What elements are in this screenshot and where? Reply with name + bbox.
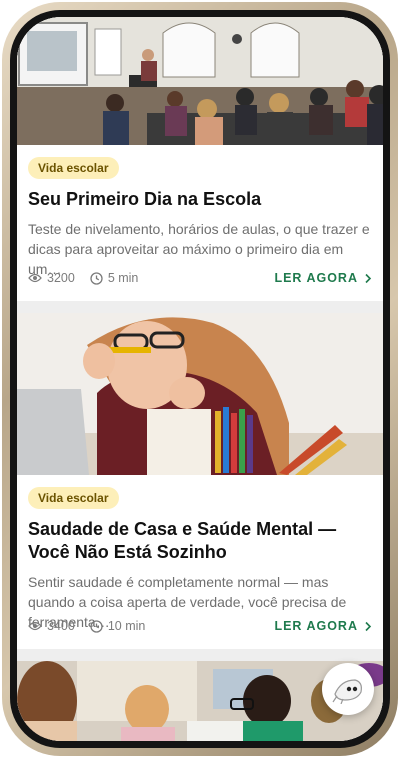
read-now-button[interactable]: LER AGORA <box>274 619 372 633</box>
article-hero-image <box>17 17 383 145</box>
clock-icon <box>90 619 103 633</box>
read-time: 5 min <box>90 271 139 285</box>
chevron-right-icon <box>365 273 372 283</box>
article-body: Vida escolar Seu Primeiro Dia na Escola … <box>17 145 383 279</box>
article-excerpt: Teste de nivelamento, horários de aulas,… <box>28 221 370 277</box>
views-value: 3400 <box>47 619 75 633</box>
phone-bezel: Vida escolar Seu Primeiro Dia na Escola … <box>10 10 390 748</box>
student-photo <box>17 313 383 475</box>
read-time-value: 10 min <box>107 619 146 633</box>
eye-icon <box>28 273 42 283</box>
article-meta: 3200 5 min <box>28 271 153 285</box>
article-title[interactable]: Saudade de Casa e Saúde Mental — Você Nã… <box>28 518 372 564</box>
article-card[interactable]: Vida escolar Saudade de Casa e Saúde Men… <box>17 313 383 649</box>
views-count: 3400 <box>28 619 75 633</box>
category-badge: Vida escolar <box>28 157 119 179</box>
classroom-photo <box>17 17 383 145</box>
clock-icon <box>90 271 103 285</box>
article-card[interactable]: Vida escolar Seu Primeiro Dia na Escola … <box>17 17 383 301</box>
read-now-label: LER AGORA <box>274 271 358 285</box>
read-time-value: 5 min <box>107 271 139 285</box>
article-meta: 3400 10 min <box>28 619 160 633</box>
category-badge: Vida escolar <box>28 487 119 509</box>
views-count: 3200 <box>28 271 75 285</box>
app-screen: Vida escolar Seu Primeiro Dia na Escola … <box>17 17 383 741</box>
read-time: 10 min <box>90 619 146 633</box>
read-now-button[interactable]: LER AGORA <box>274 271 372 285</box>
mascot-button[interactable] <box>322 663 374 715</box>
article-hero-image <box>17 313 383 475</box>
views-value: 3200 <box>47 271 75 285</box>
read-now-label: LER AGORA <box>274 619 358 633</box>
article-body: Vida escolar Saudade de Casa e Saúde Men… <box>17 475 383 632</box>
chevron-right-icon <box>365 621 372 631</box>
phone-frame: Vida escolar Seu Primeiro Dia na Escola … <box>2 2 398 756</box>
article-title[interactable]: Seu Primeiro Dia na Escola <box>28 188 372 211</box>
eye-icon <box>28 621 42 631</box>
mascot-icon <box>332 679 362 704</box>
